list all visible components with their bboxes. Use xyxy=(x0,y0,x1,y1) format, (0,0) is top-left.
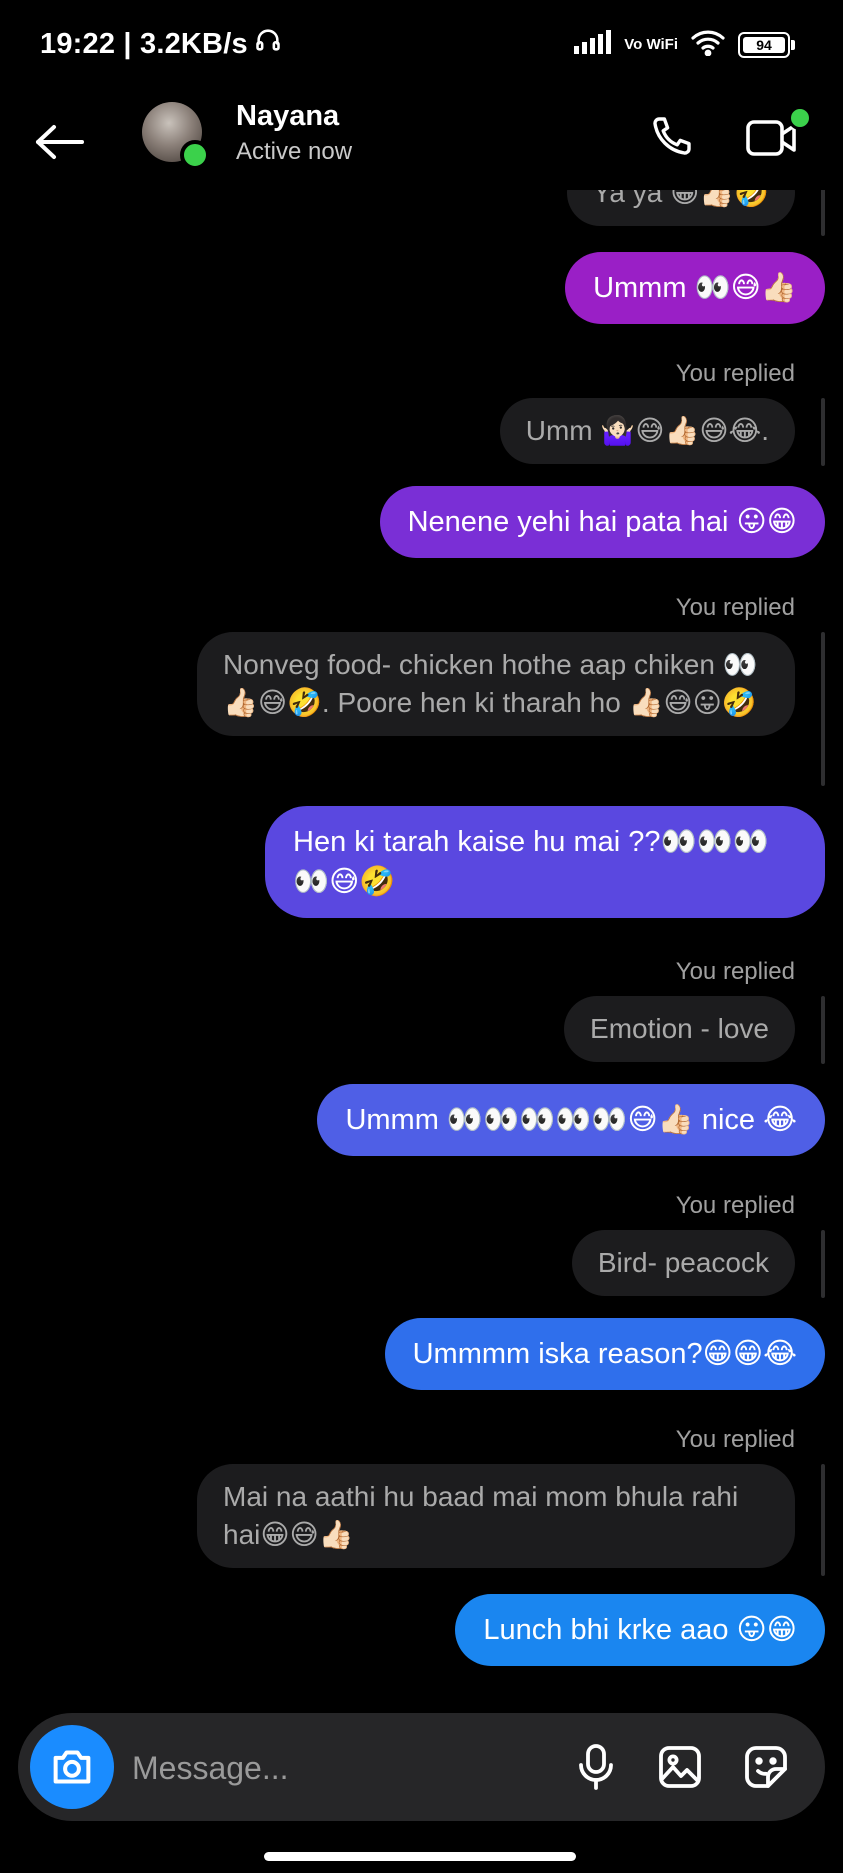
message-composer xyxy=(18,1713,825,1821)
sent-message[interactable]: Nenene yehi hai pata hai 😛😁 xyxy=(379,486,825,558)
contact-name[interactable]: Nayana xyxy=(236,100,339,133)
voice-call-button[interactable] xyxy=(640,108,700,168)
reply-quote[interactable]: Ya ya 😁👍🏻🤣 xyxy=(566,190,795,226)
contact-status: Active now xyxy=(236,138,353,165)
status-bar: 19:22 | 3.2KB/s Vo WiFi 94 xyxy=(0,0,843,90)
you-replied-label: You replied xyxy=(675,360,795,387)
sent-message[interactable]: Ummmm iska reason?😁😁😂 xyxy=(384,1318,825,1390)
arrow-left-icon xyxy=(36,125,84,159)
reply-quote-bar xyxy=(821,632,825,786)
you-replied-label: You replied xyxy=(675,1426,795,1453)
home-indicator[interactable] xyxy=(264,1852,576,1861)
video-active-dot xyxy=(788,106,812,130)
sticker-button[interactable] xyxy=(736,1737,796,1797)
back-button[interactable] xyxy=(30,112,90,172)
chat-header: Nayana Active now xyxy=(0,90,843,200)
phone-icon xyxy=(653,117,691,155)
reply-quote[interactable]: Bird- peacock xyxy=(571,1230,795,1296)
reply-quote[interactable]: Nonveg food- chicken hothe aap chiken 👀👍… xyxy=(197,632,795,736)
reply-quote-bar xyxy=(821,1230,825,1298)
camera-button[interactable] xyxy=(30,1725,114,1809)
status-left: 19:22 | 3.2KB/s xyxy=(40,26,282,62)
reply-quote[interactable]: Emotion - love xyxy=(564,996,795,1062)
reply-quote-bar xyxy=(821,1464,825,1576)
battery-indicator: 94 xyxy=(738,31,795,58)
image-icon xyxy=(659,1746,701,1788)
sent-message[interactable]: Hen ki tarah kaise hu mai ??👀👀👀👀😅🤣 xyxy=(265,806,825,918)
you-replied-label: You replied xyxy=(675,958,795,985)
online-status-dot xyxy=(180,140,210,170)
signal-icon xyxy=(574,30,612,59)
reply-quote[interactable]: Umm 🤷🏻‍♀️😅👍🏻😅😂. xyxy=(499,398,795,464)
gallery-button[interactable] xyxy=(650,1737,710,1797)
status-time-speed: 19:22 | 3.2KB/s xyxy=(40,27,248,60)
reply-quote-bar xyxy=(821,996,825,1064)
voice-message-button[interactable] xyxy=(566,1737,626,1797)
camera-icon xyxy=(53,1750,91,1784)
message-input[interactable] xyxy=(130,1743,464,1793)
wifi-icon xyxy=(690,28,726,61)
you-replied-label: You replied xyxy=(675,594,795,621)
battery-level: 94 xyxy=(743,36,785,53)
sticker-icon xyxy=(745,1746,787,1788)
sent-message[interactable]: Lunch bhi krke aao 😛😁 xyxy=(455,1594,825,1666)
message-thread[interactable]: Ya ya 😁👍🏻🤣 Ummm 👀😅👍🏻 You replied Umm 🤷🏻‍… xyxy=(0,190,843,1710)
status-right: Vo WiFi 94 xyxy=(574,28,795,61)
sent-message[interactable]: Ummm 👀👀👀👀👀😅👍🏻 nice 😂 xyxy=(317,1084,825,1156)
reply-quote-bar xyxy=(821,190,825,236)
headphones-icon xyxy=(254,26,282,62)
microphone-icon xyxy=(579,1744,613,1790)
reply-quote-bar xyxy=(821,398,825,466)
vowifi-label: Vo WiFi xyxy=(624,36,678,53)
sent-message[interactable]: Ummm 👀😅👍🏻 xyxy=(565,252,825,324)
you-replied-label: You replied xyxy=(675,1192,795,1219)
reply-quote[interactable]: Mai na aathi hu baad mai mom bhula rahi … xyxy=(197,1464,795,1568)
